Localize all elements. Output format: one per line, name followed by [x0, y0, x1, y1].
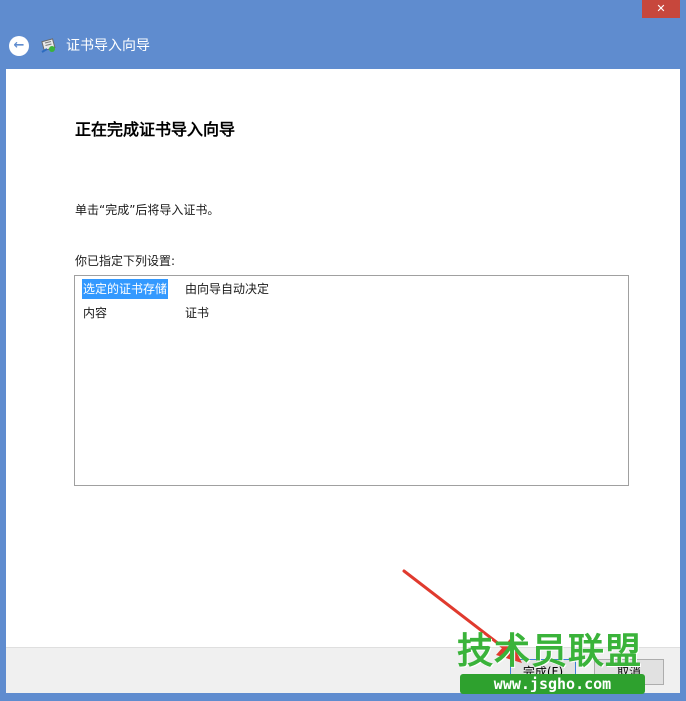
- settings-list[interactable]: 选定的证书存储 由向导自动决定 内容 证书: [74, 275, 629, 486]
- settings-label: 你已指定下列设置:: [75, 254, 176, 268]
- settings-value-content: 证书: [185, 306, 210, 320]
- close-button[interactable]: ✕: [642, 0, 680, 18]
- watermark: 技术员联盟 www.jsgho.com: [452, 630, 652, 698]
- settings-row-certificate-store[interactable]: 选定的证书存储 由向导自动决定: [80, 279, 620, 299]
- close-icon: ✕: [656, 2, 666, 15]
- settings-value-certificate-store: 由向导自动决定: [185, 282, 270, 296]
- watermark-title: 技术员联盟: [457, 631, 643, 672]
- window-title: 证书导入向导: [66, 38, 150, 54]
- certificate-wizard-icon: [41, 38, 56, 53]
- settings-row-content[interactable]: 内容 证书: [80, 303, 620, 323]
- page-heading: 正在完成证书导入向导: [75, 120, 236, 139]
- back-button[interactable]: ←: [9, 36, 29, 56]
- settings-key-content: 内容: [83, 306, 108, 320]
- instruction-text: 单击“完成”后将导入证书。: [75, 203, 220, 217]
- settings-key-certificate-store: 选定的证书存储: [82, 279, 169, 299]
- watermark-url: www.jsgho.com: [460, 674, 645, 694]
- back-arrow-icon: ←: [13, 38, 25, 53]
